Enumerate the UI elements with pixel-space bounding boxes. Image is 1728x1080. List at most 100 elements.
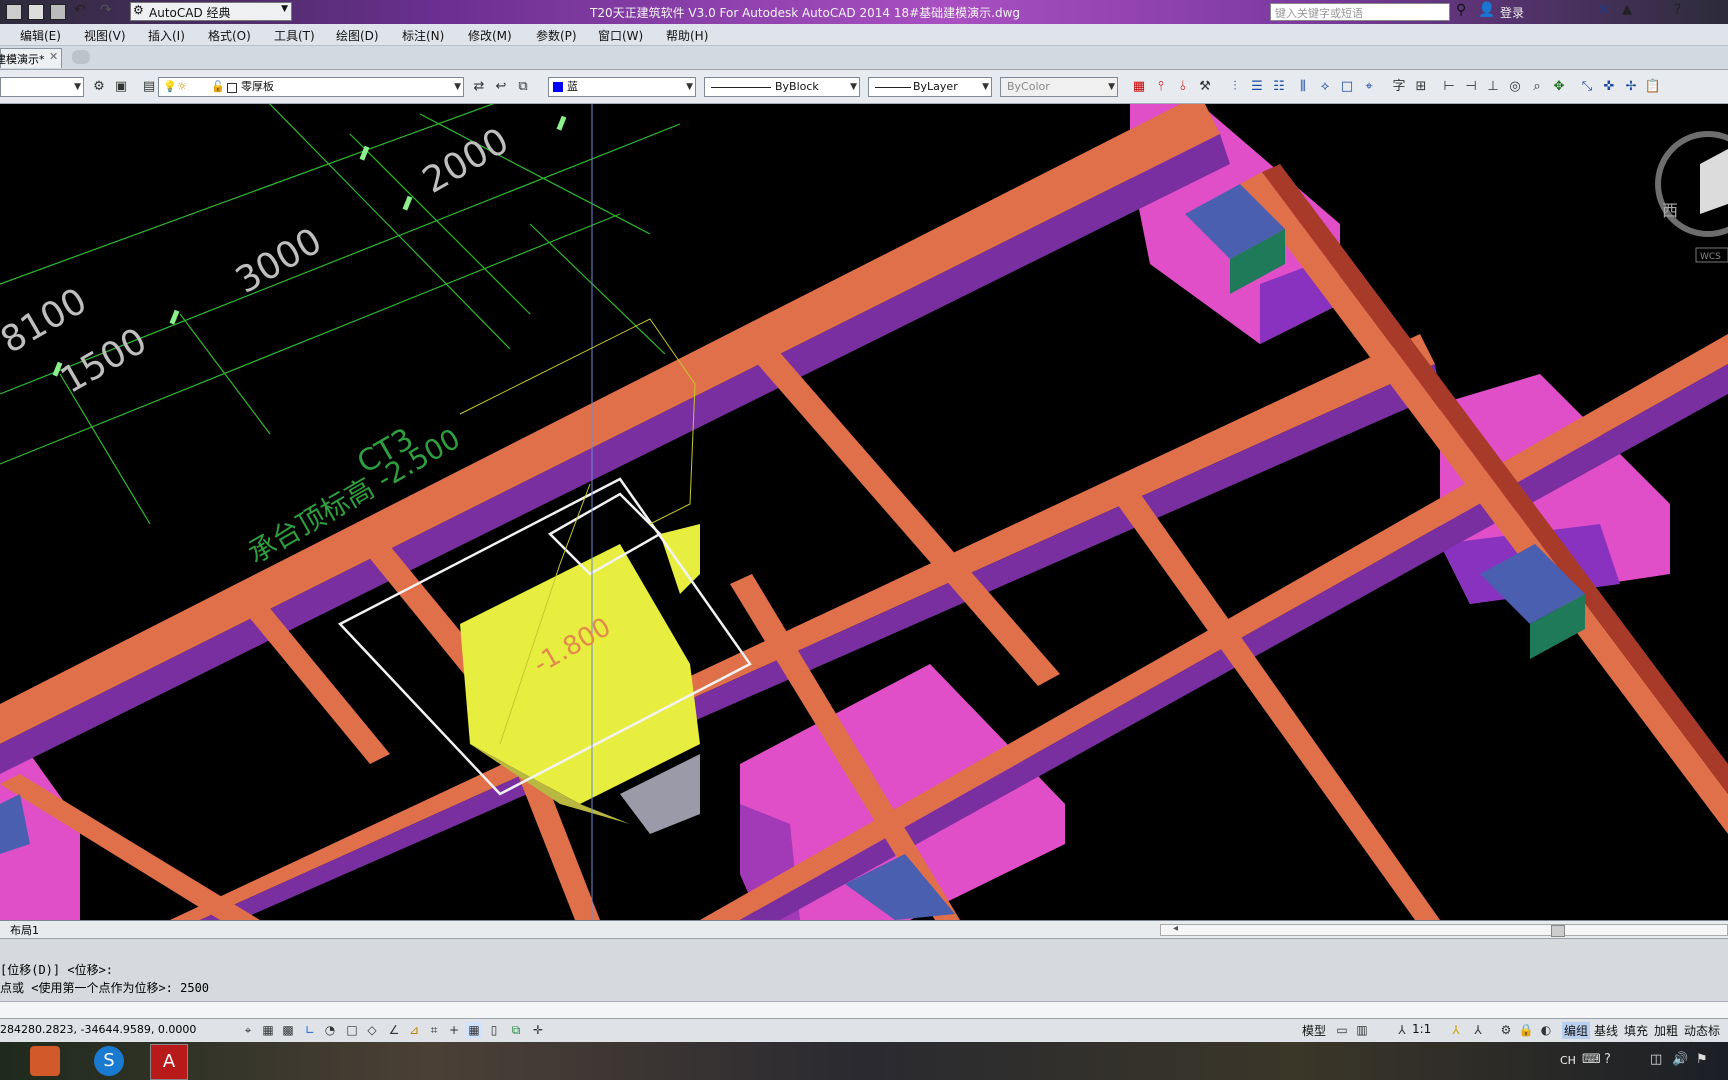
door-icon[interactable]: ⫼ (1294, 78, 1312, 96)
table-icon[interactable]: ⊞ (1412, 78, 1430, 96)
osnap-icon[interactable]: □ (344, 1022, 360, 1038)
model-canvas[interactable]: 8100 1500 3000 2000 CT3 承台顶标高 -2.500 -1.… (0, 104, 1728, 920)
network-icon[interactable]: ◫ (1650, 1052, 1662, 1067)
layer-states-icon[interactable]: ▣ (112, 78, 130, 96)
lineweight-select[interactable]: ByLayer ▼ (868, 77, 992, 97)
drawing-viewport[interactable]: 8100 1500 3000 2000 CT3 承台顶标高 -2.500 -1.… (0, 104, 1728, 920)
menu-view[interactable]: 视图(V) (84, 27, 126, 44)
qp-icon[interactable]: ▯ (486, 1022, 502, 1038)
powerpoint-icon[interactable] (30, 1046, 60, 1076)
linetype-select[interactable]: ByBlock ▼ (704, 77, 860, 97)
annotation-visibility-icon[interactable]: ⅄ (1448, 1022, 1464, 1038)
toolbar-lock-icon[interactable]: 🔒 (1518, 1022, 1534, 1038)
close-icon[interactable]: ✕ (49, 50, 58, 63)
color-select[interactable]: 蓝 ▼ (548, 77, 696, 97)
pan-icon[interactable]: ✥ (1550, 78, 1568, 96)
save-icon[interactable] (6, 4, 22, 20)
scroll-thumb[interactable] (1551, 925, 1565, 937)
menu-format[interactable]: 格式(O) (208, 27, 251, 44)
ortho-icon[interactable]: ∟ (302, 1022, 318, 1038)
layer-state-select[interactable]: ▼ (0, 77, 84, 97)
menu-tools[interactable]: 工具(T) (274, 27, 315, 44)
column-icon[interactable]: ⚒ (1196, 78, 1214, 96)
layer-previous-icon[interactable]: ↩ (492, 78, 510, 96)
lwt-icon[interactable]: + (446, 1022, 462, 1038)
status-fill[interactable]: 填充 (1624, 1022, 1648, 1039)
sc-icon[interactable]: ⧉ (508, 1022, 524, 1038)
menu-dimension[interactable]: 标注(N) (402, 27, 444, 44)
tab-layout1[interactable]: 布局1 (10, 922, 39, 938)
command-window[interactable]: [位移(D)] <位移>: 点或 <使用第一个点作为位移>: 2500 (0, 938, 1728, 1018)
menu-window[interactable]: 窗口(W) (598, 27, 643, 44)
annotation-scale-icon[interactable]: ⅄ (1394, 1022, 1410, 1038)
symbol-icon[interactable]: ⌖ (1360, 78, 1378, 96)
wcs-menu[interactable]: WCS (1695, 247, 1728, 263)
horizontal-scrollbar[interactable]: ◂ (1160, 923, 1728, 937)
layer-settings-icon[interactable]: ⚙ (90, 78, 108, 96)
workspace-select[interactable]: ⚙ AutoCAD 经典 ▼ (130, 2, 292, 21)
layer-isolate-icon[interactable]: ⧉ (514, 78, 532, 96)
menu-insert[interactable]: 插入(I) (148, 27, 185, 44)
dyn-icon[interactable]: ⌗ (426, 1022, 442, 1038)
move-icon[interactable]: ⤡ (1578, 78, 1596, 96)
menu-edit[interactable]: 编辑(E) (20, 27, 61, 44)
stairs-icon[interactable]: ☰ (1248, 78, 1266, 96)
layout-icon[interactable]: ▭ (1334, 1022, 1350, 1038)
tpy-icon[interactable]: ▦ (466, 1022, 482, 1038)
text-icon[interactable]: 字 (1390, 78, 1408, 96)
grid-display-icon[interactable]: ▩ (280, 1022, 296, 1038)
keyboard-icon[interactable]: ⌨ (1582, 1052, 1601, 1067)
orbit-icon[interactable]: ◎ (1506, 78, 1524, 96)
isolate-icon[interactable]: ◐ (1538, 1022, 1554, 1038)
copy-icon[interactable]: ✜ (1600, 78, 1618, 96)
plotstyle-select[interactable]: ByColor ▼ (1000, 77, 1118, 97)
3d-osnap-icon[interactable]: ◇ (364, 1022, 380, 1038)
redo-icon[interactable]: ↷ (100, 2, 112, 18)
dim-chain-icon[interactable]: ⊣ (1462, 78, 1480, 96)
menu-help[interactable]: 帮助(H) (666, 27, 708, 44)
scroll-left-icon[interactable]: ◂ (1173, 923, 1178, 934)
window-icon[interactable]: ☷ (1270, 78, 1288, 96)
input-language[interactable]: CH (1560, 1054, 1576, 1067)
help-icon[interactable]: ? (1674, 2, 1681, 18)
grid-icon[interactable]: ▦ (1130, 78, 1148, 96)
menu-params[interactable]: 参数(P) (536, 27, 577, 44)
layer-select[interactable]: 💡 ☼ 🔓 零厚板 ▼ (158, 77, 464, 97)
viewcube[interactable]: 西 (1655, 131, 1728, 237)
auto-scale-icon[interactable]: ⅄ (1470, 1022, 1486, 1038)
login-link[interactable]: 登录 (1500, 4, 1524, 21)
status-baseline[interactable]: 基线 (1594, 1022, 1618, 1039)
autocad-icon[interactable]: A (150, 1044, 188, 1080)
axis-icon[interactable]: ⫯ (1152, 78, 1170, 96)
stretch-icon[interactable]: ✢ (1622, 78, 1640, 96)
ducs-icon[interactable]: ⊿ (406, 1022, 422, 1038)
status-group[interactable]: 编组 (1562, 1022, 1591, 1039)
room-icon[interactable]: ⟡ (1316, 78, 1334, 96)
new-tab-icon[interactable] (72, 50, 90, 64)
print-icon[interactable] (50, 4, 66, 20)
model-toggle[interactable]: 模型 (1302, 1022, 1326, 1039)
tab-document[interactable]: 建模演示* ✕ (0, 48, 62, 68)
snap-icon[interactable]: ▦ (260, 1022, 276, 1038)
wall-icon[interactable]: ⫶ (1226, 78, 1244, 96)
exchange-icon[interactable]: ✕ (1598, 2, 1610, 18)
sogou-icon[interactable]: S (94, 1046, 124, 1076)
tray-help-icon[interactable]: ? (1604, 1052, 1611, 1067)
volume-icon[interactable]: 🔊 (1672, 1052, 1688, 1067)
search-input[interactable]: 键入关键字或短语 (1270, 3, 1450, 21)
otrack-icon[interactable]: ∠ (386, 1022, 402, 1038)
command-input[interactable] (0, 1001, 1728, 1018)
dim-angle-icon[interactable]: ⊥ (1484, 78, 1502, 96)
a360-icon[interactable]: ▲ (1622, 2, 1632, 17)
polar-icon[interactable]: ◔ (322, 1022, 338, 1038)
undo-icon[interactable]: ↶ (74, 2, 86, 18)
menu-modify[interactable]: 修改(M) (468, 27, 512, 44)
am-icon[interactable]: ✛ (530, 1022, 546, 1038)
layer-properties-icon[interactable]: ▤ (140, 78, 158, 96)
flag-icon[interactable]: ⚑ (1696, 1052, 1708, 1067)
status-bold[interactable]: 加粗 (1654, 1022, 1678, 1039)
quick-view-icon[interactable]: ▥ (1354, 1022, 1370, 1038)
menu-draw[interactable]: 绘图(D) (336, 27, 379, 44)
axis-dim-icon[interactable]: ⫰ (1174, 78, 1192, 96)
binoculars-icon[interactable]: ⚲ (1456, 2, 1466, 18)
